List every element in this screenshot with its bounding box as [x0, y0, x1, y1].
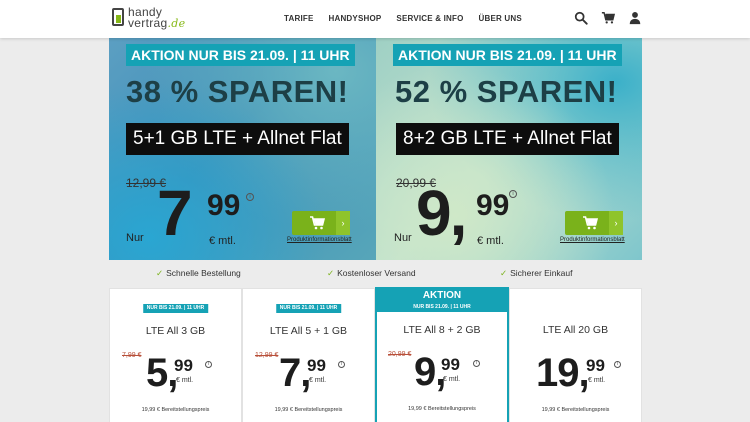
header-icons [574, 11, 642, 25]
usp-label: Sicherer Einkauf [510, 268, 573, 278]
price-unit: € mtl. [443, 376, 461, 383]
info-icon[interactable]: i [205, 361, 212, 368]
price-decimal: 99 [307, 356, 326, 375]
usp-item: ✓ Kostenloser Versand [327, 268, 416, 279]
price-unit: € mtl. [477, 235, 504, 247]
tariff-card[interactable]: LTE All 20 GB 19, 99 € mtl. i 19,99 € Be… [509, 288, 642, 422]
tarif-label: 5+1 GB LTE + Allnet Flat [126, 123, 349, 155]
price-decimal: 99 [207, 189, 241, 222]
deadline-badge: NUR BIS 21.09. | 11 UHR [377, 303, 507, 312]
check-icon: ✓ [327, 268, 335, 278]
nav-item-service-info[interactable]: SERVICE & INFO [396, 14, 463, 23]
nav-item-ueber-uns[interactable]: ÜBER UNS [479, 14, 522, 23]
usp-row: ✓ Schnelle Bestellung ✓ Kostenloser Versan… [0, 268, 750, 282]
price-decimal: 99 [174, 356, 193, 375]
savings-headline: 52 % SPAREN! [395, 74, 618, 109]
price-decimal: 99 [441, 355, 460, 374]
tariff-card-featured[interactable]: AKTION NUR BIS 21.09. | 11 UHR LTE All 8… [375, 287, 509, 422]
aktion-header: AKTION [377, 289, 507, 303]
tariff-title: LTE All 8 + 2 GB [403, 324, 481, 336]
usp-label: Schnelle Bestellung [166, 268, 241, 278]
usp-item: ✓ Schnelle Bestellung [156, 268, 241, 279]
promo-banner-1[interactable]: AKTION NUR BIS 21.09. | 11 UHR 38 % SPAR… [109, 38, 376, 260]
tariff-title: LTE All 5 + 1 GB [269, 325, 348, 337]
user-icon[interactable] [628, 11, 642, 25]
cart-icon [310, 216, 326, 230]
search-icon[interactable] [574, 11, 588, 25]
price-decimal: 99 [476, 189, 510, 222]
savings-headline: 38 % SPAREN! [126, 74, 349, 109]
deadline-badge: NUR BIS 21.09. | 11 UHR [142, 304, 209, 313]
chevron-right-icon: › [336, 211, 350, 235]
price-integer: 5, [146, 351, 178, 395]
price-unit: € mtl. [176, 377, 194, 384]
info-icon[interactable]: i [614, 361, 621, 368]
tariff-card[interactable]: NUR BIS 21.09. | 11 UHR LTE All 3 GB 7,9… [109, 288, 242, 422]
product-info-link[interactable]: Produktinformationsblatt [287, 237, 352, 243]
aktion-strip: AKTION NUR BIS 21.09. | 11 UHR [126, 44, 355, 66]
cart-icon[interactable] [601, 11, 615, 25]
deadline-badge: NUR BIS 21.09. | 11 UHR [275, 304, 342, 313]
chevron-right-icon: › [609, 211, 623, 235]
price-integer: 7, [279, 351, 311, 395]
aktion-strip: AKTION NUR BIS 21.09. | 11 UHR [393, 44, 622, 66]
product-info-link[interactable]: Produktinformationsblatt [560, 237, 625, 243]
info-icon[interactable]: i [509, 190, 517, 198]
price-integer: 9, [416, 177, 467, 249]
price-integer: 7 [157, 177, 193, 249]
tariff-card[interactable]: NUR BIS 21.09. | 11 UHR LTE All 5 + 1 GB… [242, 288, 375, 422]
cart-icon [583, 216, 599, 230]
info-icon[interactable]: i [246, 193, 254, 201]
usp-label: Kostenloser Versand [337, 268, 416, 278]
logo-text-bottom: vertrag.de [128, 16, 185, 30]
add-to-cart-button[interactable]: › [292, 211, 350, 235]
usp-item: ✓ Sicherer Einkauf [500, 268, 573, 279]
info-icon[interactable]: i [473, 360, 480, 367]
old-price: 7,99 € [122, 352, 142, 359]
nav-item-tarife[interactable]: TARIFE [284, 14, 314, 23]
check-icon: ✓ [500, 268, 508, 278]
tarif-label: 8+2 GB LTE + Allnet Flat [396, 123, 619, 155]
old-price: 20,99 € [388, 351, 412, 358]
price-decimal: 99 [586, 356, 605, 375]
add-to-cart-button[interactable]: › [565, 211, 623, 235]
old-price: 12,99 € [255, 352, 279, 359]
price-prefix: Nur [126, 232, 144, 244]
tariff-title: LTE All 3 GB [145, 325, 206, 337]
main-nav: TARIFE HANDYSHOP SERVICE & INFO ÜBER UNS [284, 14, 522, 23]
price-prefix: Nur [394, 232, 412, 244]
price-integer: 19, [536, 351, 590, 395]
logo-text-suffix: .de [167, 17, 186, 30]
price-unit: € mtl. [209, 235, 236, 247]
site-header: handy vertrag.de TARIFE HANDYSHOP SERVIC… [0, 0, 750, 38]
setup-fee: 19,99 € Bereitstellungspreis [141, 407, 210, 413]
check-icon: ✓ [156, 268, 164, 278]
setup-fee: 19,99 € Bereitstellungspreis [274, 407, 343, 413]
setup-fee: 19,99 € Bereitstellungspreis [408, 406, 476, 412]
logo[interactable]: handy vertrag.de [112, 5, 202, 32]
setup-fee: 19,99 € Bereitstellungspreis [541, 407, 610, 413]
info-icon[interactable]: i [338, 361, 345, 368]
sim-card-icon [112, 8, 124, 26]
logo-text-main: vertrag [128, 16, 168, 30]
tariff-title: LTE All 20 GB [542, 324, 609, 336]
promo-banner-2[interactable]: AKTION NUR BIS 21.09. | 11 UHR 52 % SPAR… [376, 38, 642, 260]
price-unit: € mtl. [309, 377, 327, 384]
price-unit: € mtl. [588, 377, 606, 384]
nav-item-handyshop[interactable]: HANDYSHOP [329, 14, 382, 23]
